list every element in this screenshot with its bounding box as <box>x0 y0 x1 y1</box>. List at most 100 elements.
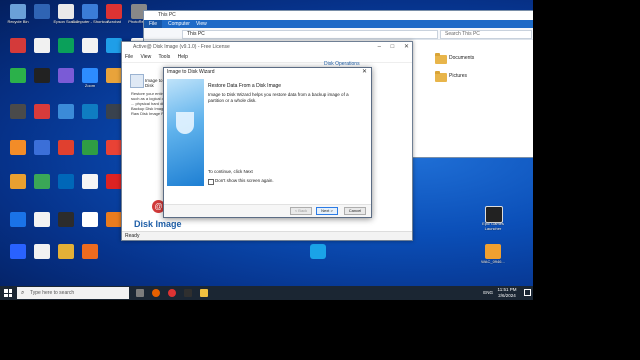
address-bar[interactable]: This PC <box>182 30 438 39</box>
explorer-search-input[interactable]: Search This PC <box>440 30 532 39</box>
brand-title: Disk Image <box>134 219 182 229</box>
shortcut-icon <box>10 174 26 189</box>
shortcut-icon <box>58 68 74 83</box>
shortcut-icon <box>10 38 26 53</box>
notification-icon[interactable] <box>524 289 531 296</box>
shortcut-icon <box>58 244 74 259</box>
shortcut-icon <box>34 140 50 155</box>
ribbon-tab-view[interactable]: View <box>196 20 207 28</box>
shortcut-icon <box>82 4 98 19</box>
minimize-icon[interactable]: – <box>378 44 381 50</box>
pictures-label: Pictures <box>449 73 468 79</box>
shortcut-icon <box>10 104 26 119</box>
wizard-footer: < Back Next > Cancel <box>164 204 371 217</box>
taskbar-search-placeholder: Type here to search <box>30 290 75 296</box>
file-explorer-icon[interactable] <box>200 289 208 297</box>
wizard-hint: To continue, click Next <box>208 169 253 174</box>
task-view-icon[interactable] <box>136 289 144 297</box>
wizard-titlebar: Image to Disk Wizard ✕ <box>164 68 371 77</box>
shortcut-icon <box>58 174 74 189</box>
taskbar-search-box[interactable]: ⌕ Type here to search <box>17 287 129 299</box>
shortcut-icon <box>34 68 50 83</box>
shortcut-icon <box>10 212 26 227</box>
image-to-disk-wizard: Image to Disk Wizard ✕ Restore Data From… <box>163 67 372 218</box>
shortcut-icon <box>106 4 122 19</box>
epic-games-icon <box>485 206 503 223</box>
shortcut-icon <box>82 104 98 119</box>
epic-games-launcher-icon[interactable]: Epic Games Launcher <box>478 206 508 232</box>
shortcut-icon <box>82 68 98 83</box>
opera-icon[interactable] <box>168 289 176 297</box>
clock-date: 2/6/2024 <box>498 293 516 298</box>
shortcut-icon <box>82 140 98 155</box>
maximize-icon[interactable]: □ <box>391 44 395 50</box>
menu-help[interactable]: Help <box>178 54 188 60</box>
wizard-heading: Restore Data From a Disk Image <box>208 83 282 89</box>
shortcut-icon <box>106 104 122 119</box>
close-icon[interactable]: ✕ <box>404 44 409 50</box>
shortcut-icon <box>58 104 74 119</box>
shortcut-icon <box>58 4 74 19</box>
wizard-art <box>167 79 204 186</box>
shortcut-icon <box>82 174 98 189</box>
search-icon: ⌕ <box>21 290 25 296</box>
shortcut-icon <box>34 174 50 189</box>
status-bar: Ready <box>122 231 412 240</box>
cancel-button[interactable]: Cancel <box>344 207 366 215</box>
desktop: Recycle Bin Epson Scan 2 Computer - Shortc… <box>0 0 533 300</box>
explorer-titlebar: This PC <box>144 11 533 20</box>
shortcut-icon <box>34 4 50 19</box>
shortcut-icon <box>106 68 122 83</box>
shortcut-icon <box>10 68 26 83</box>
app-shortcut-icon[interactable] <box>303 244 333 270</box>
shortcut-icon <box>34 212 50 227</box>
explorer-address-row: This PC Search This PC <box>144 28 533 40</box>
shortcut-icon <box>34 38 50 53</box>
disk-image-title: Active@ Disk Image (v9.1.0) - Free Licen… <box>133 44 230 50</box>
shortcut-icon <box>82 38 98 53</box>
close-icon[interactable]: ✕ <box>362 68 367 77</box>
dont-show-label[interactable]: Don't show this screen again. <box>215 178 274 183</box>
back-button[interactable]: < Back <box>290 207 312 215</box>
explorer-title: This PC <box>158 12 176 18</box>
firefox-icon[interactable] <box>152 289 160 297</box>
menu-file[interactable]: File <box>125 54 133 60</box>
shortcut-icon <box>106 140 122 155</box>
shortcut-icon <box>34 244 50 259</box>
shortcut-icon <box>58 140 74 155</box>
system-clock[interactable]: 11:51 PM 2/6/2024 <box>493 287 521 299</box>
c-app-icon <box>310 244 326 259</box>
pictures-folder-icon[interactable] <box>435 71 447 82</box>
disk-image-titlebar: Active@ Disk Image (v9.1.0) - Free Licen… <box>122 42 412 53</box>
shortcut-icon <box>82 244 98 259</box>
shortcut-icon <box>58 38 74 53</box>
desktop-shortcut[interactable] <box>75 244 105 270</box>
windows-start-icon[interactable] <box>4 289 12 297</box>
window-controls: – □ ✕ <box>370 42 409 53</box>
wizard-description: Image to Disk Wizard helps you restore d… <box>208 92 349 103</box>
ribbon-tab-computer[interactable]: Computer <box>168 20 190 28</box>
next-button[interactable]: Next > <box>316 207 338 215</box>
shortcut-icon <box>10 4 26 19</box>
shortcut-icon <box>58 212 74 227</box>
app-icon[interactable] <box>184 289 192 297</box>
vlc-cone-icon <box>485 244 501 259</box>
dont-show-checkbox[interactable] <box>208 179 214 185</box>
shortcut-icon <box>10 140 26 155</box>
shortcut-icon <box>106 38 122 53</box>
taskbar: ⌕ Type here to search ENG 11:51 PM 2/6/2… <box>0 286 533 300</box>
shortcut-icon <box>34 104 50 119</box>
menu-tools[interactable]: Tools <box>159 54 171 60</box>
ribbon-tab-file[interactable]: File <box>144 20 162 28</box>
shortcut-icon <box>106 174 122 189</box>
language-indicator[interactable]: ENG <box>483 290 493 295</box>
menu-view[interactable]: View <box>140 54 151 60</box>
documents-label: Documents <box>449 55 475 61</box>
shortcut-icon <box>106 212 122 227</box>
image-to-disk-icon[interactable] <box>130 74 144 88</box>
documents-folder-icon[interactable] <box>435 53 447 64</box>
shield-icon <box>176 112 194 134</box>
shortcut-icon <box>82 212 98 227</box>
wac-shortcut-icon[interactable]: WAC_0946... <box>478 244 508 270</box>
shortcut-icon <box>10 244 26 259</box>
